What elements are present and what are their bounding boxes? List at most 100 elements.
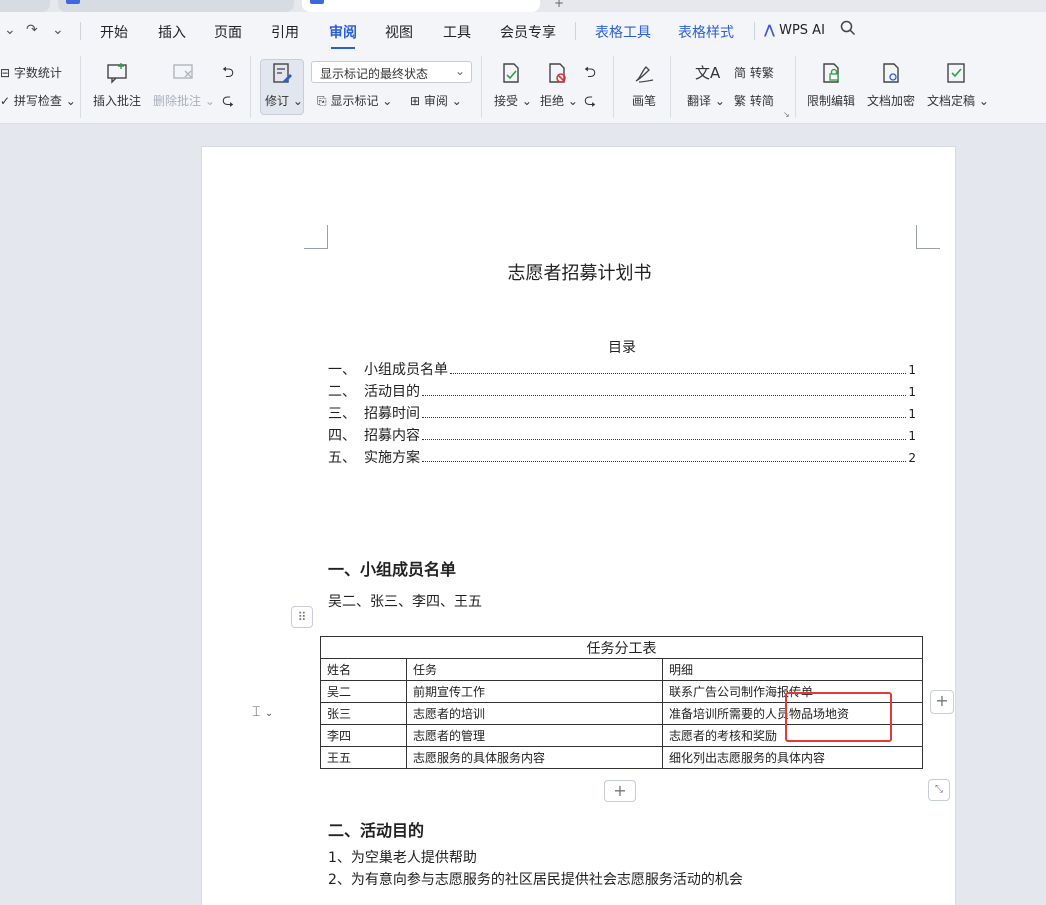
translate-button[interactable]: 翻译 ⌄ [687,92,725,109]
next-change-icon[interactable]: ⮎ [584,90,596,115]
menu-member[interactable]: 会员专享 [500,22,556,42]
right-margin-area [956,146,1046,905]
table-cell[interactable]: 细化列出志愿服务的具体内容 [662,746,923,769]
toc-entry[interactable]: 一、 小组成员名单 1 [328,359,916,379]
table-cell[interactable]: 志愿者的管理 [406,724,663,747]
add-row-button[interactable]: + [604,780,636,802]
table-cell[interactable]: 王五 [320,746,407,769]
next-comment-icon[interactable]: ⮎ [222,90,234,115]
document-tab-active[interactable] [302,0,540,12]
wps-ai-button[interactable]: ⋀ WPS AI [764,23,825,38]
table-header-cell[interactable]: 明细 [662,658,923,681]
menu-review[interactable]: 审阅 [329,22,357,42]
toc-leader [422,417,907,418]
to-simplified-button[interactable]: 繁 转简 [734,92,774,109]
word-count-icon: ⊟ [0,66,11,80]
table-cell[interactable]: 志愿服务的具体服务内容 [406,746,663,769]
window-tab-strip: + [0,0,1046,12]
members-paragraph: 吴二、张三、李四、王五 [328,594,482,610]
table-header-cell[interactable]: 任务 [406,658,663,681]
toc-entry[interactable]: 五、 实施方案 2 [328,447,916,467]
menu-home[interactable]: 开始 [100,22,128,42]
toc-entry[interactable]: 四、 招募内容 1 [328,425,916,445]
menu-view[interactable]: 视图 [385,22,413,42]
show-markup-label: 显示标记 [330,94,379,108]
pen-button[interactable]: 画笔 [632,92,656,109]
menu-table-style[interactable]: 表格样式 [678,22,734,42]
toc-text: 招募时间 [364,406,420,422]
ribbon-group-expand-icon[interactable]: ↘ [783,110,790,119]
insert-comment-button[interactable]: 插入批注 [93,92,141,109]
to-simplified-icon: 繁 [734,94,747,108]
restrict-edit-button[interactable]: 限制编辑 [807,92,855,109]
toc-entry[interactable]: 三、 招募时间 1 [328,403,916,423]
document-tab[interactable] [58,0,294,12]
table-move-handle-icon[interactable]: ⠿ [291,606,313,628]
accept-button[interactable]: 接受 ⌄ [494,92,532,109]
table-row: 王五 志愿服务的具体服务内容 细化列出志愿服务的具体内容 [320,746,923,769]
new-tab-icon[interactable]: + [554,0,564,10]
ribbon-divider [481,56,482,118]
toc-entry[interactable]: 二、 活动目的 1 [328,381,916,401]
accept-change-icon [503,63,519,83]
toc-number: 五、 [328,450,356,466]
ribbon-divider [80,56,81,118]
encrypt-button[interactable]: 文档加密 [867,92,915,109]
word-count-button[interactable]: ⊟ 字数统计 [0,64,62,81]
toc-number: 一、 [328,362,356,378]
redo-icon[interactable]: ↷ [26,22,38,38]
document-tab[interactable] [0,0,50,12]
table-resize-handle-icon[interactable]: ⤡ [928,779,950,801]
insert-comment-icon [107,63,127,84]
display-mode-select[interactable]: 显示标记的最终状态 ⌄ [311,61,472,83]
quick-access-more-icon[interactable]: ⌄ [52,22,64,38]
menu-insert[interactable]: 插入 [158,22,186,42]
previous-change-icon[interactable]: ⮌ [584,62,596,87]
to-simplified-label: 转简 [749,94,774,108]
table-cell[interactable]: 前期宣传工作 [406,680,663,703]
toc-page: 1 [908,385,916,399]
previous-comment-icon[interactable]: ⮌ [222,62,234,87]
wps-doc-icon [66,0,80,4]
table-cell[interactable]: 李四 [320,724,407,747]
track-changes-icon [273,63,292,83]
menu-divider [754,22,755,40]
section-heading: 一、小组成员名单 [328,560,457,579]
table-cell[interactable]: 张三 [320,702,407,725]
chevron-down-icon: ⌄ [454,64,465,78]
show-markup-button[interactable]: ⎘ 显示标记 ⌄ [317,92,392,109]
table-cell[interactable]: 志愿者的培训 [406,702,663,725]
toc-number: 二、 [328,384,356,400]
toc-number: 三、 [328,406,356,422]
document-page[interactable]: 志愿者招募计划书 目录 一、 小组成员名单 1 二、 活动目的 1 三、 招募时间 1 四、… [201,146,956,905]
document-title: 志愿者招募计划书 [507,263,652,284]
spell-check-button[interactable]: ✓ 拼写检查 ⌄ [0,92,76,109]
menu-table-tools[interactable]: 表格工具 [595,22,651,42]
toc-page: 1 [908,407,916,421]
to-traditional-icon: 简 [734,66,747,80]
table-caption[interactable]: 任务分工表 [320,636,923,659]
table-cell[interactable]: 吴二 [320,680,407,703]
add-column-button[interactable]: + [930,690,954,714]
reject-label: 拒绝 [540,94,565,108]
delete-comment-button: 删除批注 ⌄ [153,94,215,108]
menu-references[interactable]: 引用 [271,22,299,42]
menu-tools[interactable]: 工具 [443,22,471,42]
ribbon-divider [670,56,671,118]
review-pane-button[interactable]: ⊞ 审阅 ⌄ [410,92,462,109]
row-control-icon[interactable]: ⌶ ⌄ [252,704,273,720]
menu-page[interactable]: 页面 [214,22,242,42]
table-header-cell[interactable]: 姓名 [320,658,407,681]
ribbon-divider [250,56,251,118]
ribbon-divider [613,56,614,118]
section-heading: 二、活动目的 [328,821,425,840]
translate-icon: 文A [695,64,721,82]
reject-button[interactable]: 拒绝 ⌄ [540,92,578,109]
quick-access-dropdown-icon[interactable]: ⌄ [4,22,16,38]
toc-page: 1 [908,429,916,443]
finalize-button[interactable]: 文档定稿 ⌄ [927,92,989,109]
to-traditional-button[interactable]: 简 转繁 [734,64,774,81]
show-markup-icon: ⎘ [317,94,327,108]
wps-doc-icon [310,0,324,4]
search-icon[interactable] [840,20,856,40]
